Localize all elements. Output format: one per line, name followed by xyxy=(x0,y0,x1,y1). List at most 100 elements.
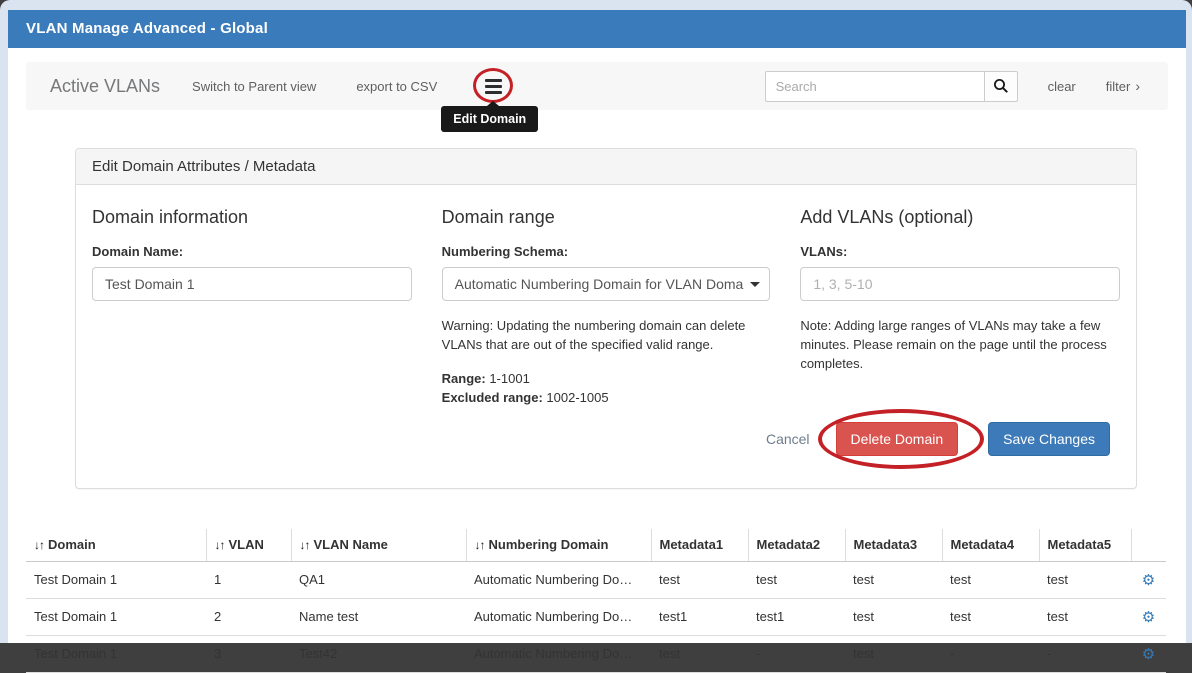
table-header-row: ↓↑Domain↓↑VLAN↓↑VLAN Name↓↑Numbering Dom… xyxy=(26,529,1166,562)
table-cell: Automatic Numbering Doma... xyxy=(466,635,651,672)
domain-name-input[interactable] xyxy=(92,267,412,301)
filter-link[interactable]: filter › xyxy=(1106,78,1140,94)
range-line: Range: 1-1001 xyxy=(442,369,771,389)
edit-domain-menu[interactable]: Edit Domain xyxy=(473,69,513,103)
table-cell: test xyxy=(651,635,748,672)
clear-link[interactable]: clear xyxy=(1048,79,1076,94)
sort-icon: ↓↑ xyxy=(300,538,310,552)
sort-icon: ↓↑ xyxy=(215,538,225,552)
table-cell: Name test xyxy=(291,598,466,635)
add-vlans-heading: Add VLANs (optional) xyxy=(800,207,1120,228)
table-cell: Automatic Numbering Doma... xyxy=(466,598,651,635)
row-actions-cell: ⚙ xyxy=(1131,635,1166,672)
table-row: Test Domain 11QA1Automatic Numbering Dom… xyxy=(26,561,1166,598)
table-cell: Test Domain 1 xyxy=(26,598,206,635)
add-vlans-section: Add VLANs (optional) VLANs: Note: Adding… xyxy=(800,207,1120,408)
column-header-metadata4: Metadata4 xyxy=(942,529,1039,562)
caret-down-icon xyxy=(750,282,760,287)
table-cell: test xyxy=(845,561,942,598)
column-header-vlan-name[interactable]: ↓↑VLAN Name xyxy=(291,529,466,562)
table-cell: Test Domain 1 xyxy=(26,635,206,672)
gear-icon[interactable]: ⚙ xyxy=(1142,646,1155,663)
column-header-vlan[interactable]: ↓↑VLAN xyxy=(206,529,291,562)
excluded-range-value: 1002-1005 xyxy=(543,390,609,405)
table-body: Test Domain 11QA1Automatic Numbering Dom… xyxy=(26,561,1166,672)
vlan-table: ↓↑Domain↓↑VLAN↓↑VLAN Name↓↑Numbering Dom… xyxy=(26,529,1166,673)
table-cell: - xyxy=(748,635,845,672)
toolbar: Active VLANs Switch to Parent view expor… xyxy=(26,62,1168,110)
range-info: Range: 1-1001 Excluded range: 1002-1005 xyxy=(442,369,771,408)
table-cell: test xyxy=(1039,598,1131,635)
domain-information-section: Domain information Domain Name: xyxy=(92,207,412,408)
table-cell: Automatic Numbering Doma... xyxy=(466,561,651,598)
filter-label: filter xyxy=(1106,79,1131,94)
search-button[interactable] xyxy=(985,71,1018,102)
sort-icon: ↓↑ xyxy=(475,538,485,552)
panel-body: Domain information Domain Name: Domain r… xyxy=(76,185,1136,488)
export-to-csv-link[interactable]: export to CSV xyxy=(356,79,437,94)
excluded-range-label: Excluded range: xyxy=(442,390,543,405)
table-cell: test1 xyxy=(651,598,748,635)
column-header-metadata2: Metadata2 xyxy=(748,529,845,562)
column-header-domain[interactable]: ↓↑Domain xyxy=(26,529,206,562)
table-row: Test Domain 13Test42Automatic Numbering … xyxy=(26,635,1166,672)
table-cell: test1 xyxy=(748,598,845,635)
row-actions-cell: ⚙ xyxy=(1131,598,1166,635)
table-cell: 1 xyxy=(206,561,291,598)
table-cell: Test Domain 1 xyxy=(26,561,206,598)
edit-domain-panel: Edit Domain Attributes / Metadata Domain… xyxy=(75,148,1137,489)
column-header-metadata5: Metadata5 xyxy=(1039,529,1131,562)
sort-icon: ↓↑ xyxy=(34,538,44,552)
switch-to-parent-view-link[interactable]: Switch to Parent view xyxy=(192,79,316,94)
range-label: Range: xyxy=(442,371,486,386)
table-cell: 3 xyxy=(206,635,291,672)
range-value: 1-1001 xyxy=(486,371,530,386)
column-header-numbering-domain[interactable]: ↓↑Numbering Domain xyxy=(466,529,651,562)
column-header-actions xyxy=(1131,529,1166,562)
domain-name-label: Domain Name: xyxy=(92,244,412,259)
table-cell: 2 xyxy=(206,598,291,635)
delete-domain-button[interactable]: Delete Domain xyxy=(836,422,959,456)
row-actions-cell: ⚙ xyxy=(1131,561,1166,598)
app-window: VLAN Manage Advanced - Global Active VLA… xyxy=(8,10,1186,643)
table-cell: - xyxy=(942,635,1039,672)
table-cell: test xyxy=(845,635,942,672)
save-changes-button[interactable]: Save Changes xyxy=(988,422,1110,456)
cancel-link[interactable]: Cancel xyxy=(766,431,810,447)
vlans-input[interactable] xyxy=(800,267,1120,301)
table-cell: - xyxy=(1039,635,1131,672)
table-cell: Test42 xyxy=(291,635,466,672)
edit-domain-tooltip: Edit Domain xyxy=(441,106,538,132)
gear-icon[interactable]: ⚙ xyxy=(1142,572,1155,589)
domain-range-section: Domain range Numbering Schema: Automatic… xyxy=(442,207,771,408)
table-row: Test Domain 12Name testAutomatic Numberi… xyxy=(26,598,1166,635)
table-cell: test xyxy=(748,561,845,598)
table-cell: test xyxy=(942,598,1039,635)
search-icon xyxy=(993,78,1009,94)
excluded-range-line: Excluded range: 1002-1005 xyxy=(442,388,771,408)
column-header-metadata1: Metadata1 xyxy=(651,529,748,562)
search-input[interactable] xyxy=(765,71,985,102)
search-group xyxy=(765,71,1018,102)
table-cell: test xyxy=(845,598,942,635)
numbering-schema-value: Automatic Numbering Domain for VLAN Doma xyxy=(455,276,744,292)
hamburger-menu-icon[interactable] xyxy=(485,79,502,94)
active-vlans-heading: Active VLANs xyxy=(50,76,160,97)
table-cell: test xyxy=(942,561,1039,598)
gear-icon[interactable]: ⚙ xyxy=(1142,609,1155,626)
domain-information-heading: Domain information xyxy=(92,207,412,228)
table-cell: QA1 xyxy=(291,561,466,598)
panel-actions: Cancel Delete Domain Save Changes xyxy=(92,422,1110,456)
numbering-warning-text: Warning: Updating the numbering domain c… xyxy=(442,317,771,355)
table-cell: test xyxy=(651,561,748,598)
panel-title: Edit Domain Attributes / Metadata xyxy=(76,149,1136,185)
numbering-schema-select[interactable]: Automatic Numbering Domain for VLAN Doma xyxy=(442,267,771,301)
vlans-label: VLANs: xyxy=(800,244,1120,259)
page-title: VLAN Manage Advanced - Global xyxy=(8,10,1186,48)
domain-range-heading: Domain range xyxy=(442,207,771,228)
column-header-metadata3: Metadata3 xyxy=(845,529,942,562)
chevron-right-icon: › xyxy=(1135,78,1140,94)
numbering-schema-label: Numbering Schema: xyxy=(442,244,771,259)
vlans-note-text: Note: Adding large ranges of VLANs may t… xyxy=(800,317,1120,374)
table-cell: test xyxy=(1039,561,1131,598)
